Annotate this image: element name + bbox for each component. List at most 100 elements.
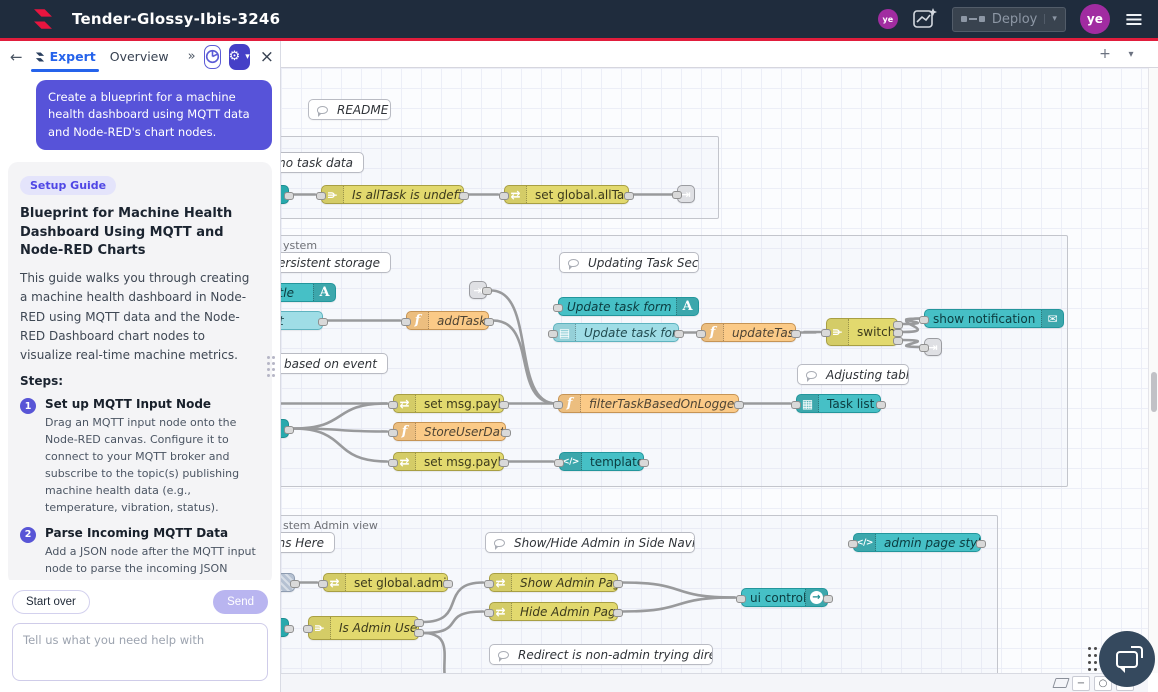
comment-show-hide-admin-in-side-navigation[interactable]: Show/Hide Admin in Side Navigation	[485, 532, 695, 553]
send-button[interactable]: Send	[213, 590, 268, 614]
input-port[interactable]	[484, 609, 494, 617]
output-port[interactable]	[876, 401, 886, 409]
add-flow-button[interactable]: +	[1092, 46, 1118, 62]
comment-demo-task-data[interactable]: Demo task data	[281, 152, 364, 173]
usage-chart-button[interactable]	[204, 45, 221, 69]
comment-action-based-on-event[interactable]: action based on event	[281, 353, 388, 374]
output-port[interactable]	[613, 580, 623, 588]
close-icon[interactable]: ×	[260, 47, 274, 67]
node-admin-page-style[interactable]: </>admin page style	[853, 533, 981, 552]
output-port[interactable]	[501, 429, 511, 437]
widget-drag-handle[interactable]	[1088, 647, 1091, 650]
input-port[interactable]	[554, 459, 564, 467]
panel-resize-handle[interactable]	[267, 356, 270, 359]
input-port[interactable]	[791, 401, 801, 409]
menu-icon[interactable]: ≡	[1124, 9, 1144, 29]
node-is-alltask-is-undefined[interactable]: ⋔Is allTask is undefined	[321, 185, 464, 204]
output-port[interactable]	[414, 629, 424, 637]
input-port[interactable]	[388, 401, 398, 409]
comment-updating-task-securely[interactable]: Updating Task Securely	[559, 252, 699, 273]
input-port[interactable]	[388, 459, 398, 467]
node-update-task-form-title[interactable]: Update task form titleA	[558, 297, 699, 316]
output-port[interactable]	[459, 192, 469, 200]
input-port[interactable]	[388, 429, 398, 437]
tab-overview[interactable]: Overview	[107, 41, 172, 72]
node-addtask[interactable]: faddTask	[406, 311, 489, 330]
input-port[interactable]	[919, 316, 929, 324]
flow-list-icon[interactable]: ▾	[1118, 49, 1144, 60]
output-port[interactable]	[823, 595, 833, 603]
input-port[interactable]	[401, 318, 411, 326]
node-set-msg-payload[interactable]: ⇄set msg.payload	[393, 394, 504, 413]
node-set-global-alltask[interactable]: ⇄set global.allTask	[504, 185, 629, 204]
input-port[interactable]	[848, 540, 858, 548]
output-port[interactable]	[976, 540, 986, 548]
output-port[interactable]	[893, 329, 903, 337]
node-tealcut[interactable]	[281, 419, 289, 438]
node-storeuserdata[interactable]: fStoreUserData	[393, 422, 506, 441]
output-port[interactable]	[290, 580, 300, 588]
output-port[interactable]	[624, 192, 634, 200]
flow-canvas[interactable]: ystemstem Admin viewREADMEDemo task data…	[281, 41, 1158, 692]
node-update-task-form[interactable]: ▤Update task form	[553, 323, 679, 342]
output-port[interactable]	[284, 426, 294, 434]
input-port[interactable]	[736, 595, 746, 603]
output-port[interactable]	[893, 321, 903, 329]
input-port[interactable]	[316, 192, 326, 200]
node-task-list[interactable]: ▦Task list	[796, 394, 881, 413]
input-port[interactable]	[919, 344, 929, 352]
output-port[interactable]	[791, 330, 801, 338]
scrollbar-thumb[interactable]	[1151, 372, 1157, 412]
output-port[interactable]	[613, 609, 623, 617]
output-port[interactable]	[284, 625, 294, 633]
node-template[interactable]: </>template	[559, 452, 644, 471]
input-port[interactable]	[318, 580, 328, 588]
node-m-title[interactable]: m titleA	[281, 283, 336, 302]
avatar-large[interactable]: ye	[1080, 4, 1110, 34]
output-port[interactable]	[414, 619, 424, 627]
deploy-caret-icon[interactable]: ▾	[1044, 14, 1057, 24]
output-port[interactable]	[318, 318, 328, 326]
canvas-vertical-scrollbar[interactable]	[1148, 68, 1158, 673]
tab-expert[interactable]: Expert	[31, 41, 99, 72]
node-grayblue[interactable]	[281, 573, 295, 592]
output-port[interactable]	[893, 337, 903, 345]
input-port[interactable]	[499, 192, 509, 200]
node-show-notification[interactable]: show notification✉	[924, 309, 1064, 328]
output-port[interactable]	[734, 401, 744, 409]
output-port[interactable]	[482, 287, 492, 295]
node-ui-control[interactable]: ui control→	[741, 588, 828, 607]
node-link[interactable]: ⇥	[469, 281, 487, 299]
comment-sk-to-persistent-storage[interactable]: sk to persistent storage	[281, 252, 391, 273]
output-port[interactable]	[499, 459, 509, 467]
input-port[interactable]	[672, 191, 682, 199]
more-tabs-icon[interactable]: »	[188, 49, 196, 64]
node-link[interactable]: ⇥	[924, 338, 942, 356]
avatar-small[interactable]: ye	[878, 9, 898, 29]
input-port[interactable]	[553, 304, 563, 312]
node-updatetask[interactable]: fupdateTask	[701, 323, 796, 342]
output-port[interactable]	[499, 401, 509, 409]
navigator-icon[interactable]	[1052, 678, 1069, 688]
node-ticket[interactable]: ticket	[281, 311, 323, 330]
ai-assistant-icon[interactable]	[912, 7, 938, 31]
input-port[interactable]	[696, 330, 706, 338]
comment-mins-here[interactable]: mins Here	[281, 532, 335, 553]
zoom-out-button[interactable]: −	[1072, 676, 1090, 691]
node-link[interactable]: ⇥	[677, 185, 695, 203]
output-port[interactable]	[443, 580, 453, 588]
comment-redirect-is-non-admin-trying-direct-access[interactable]: Redirect is non-admin trying direct acce…	[489, 644, 713, 665]
output-port[interactable]	[639, 459, 649, 467]
input-port[interactable]	[553, 401, 563, 409]
node-is-admin-user[interactable]: ⋔Is Admin User?	[308, 616, 419, 640]
back-icon[interactable]: ←	[10, 48, 23, 66]
settings-dropdown-button[interactable]: ⚙ ▾	[229, 44, 250, 70]
node-set-msg-payload[interactable]: ⇄set msg.payload	[393, 452, 504, 471]
start-over-button[interactable]: Start over	[12, 590, 90, 614]
input-port[interactable]	[303, 625, 313, 633]
node-hide-admin-page[interactable]: ⇄Hide Admin Page	[489, 602, 618, 621]
input-port[interactable]	[821, 329, 831, 337]
chat-input[interactable]	[12, 623, 268, 681]
comment-readme[interactable]: README	[308, 99, 391, 120]
node-show-admin-page[interactable]: ⇄Show Admin Page	[489, 573, 618, 592]
